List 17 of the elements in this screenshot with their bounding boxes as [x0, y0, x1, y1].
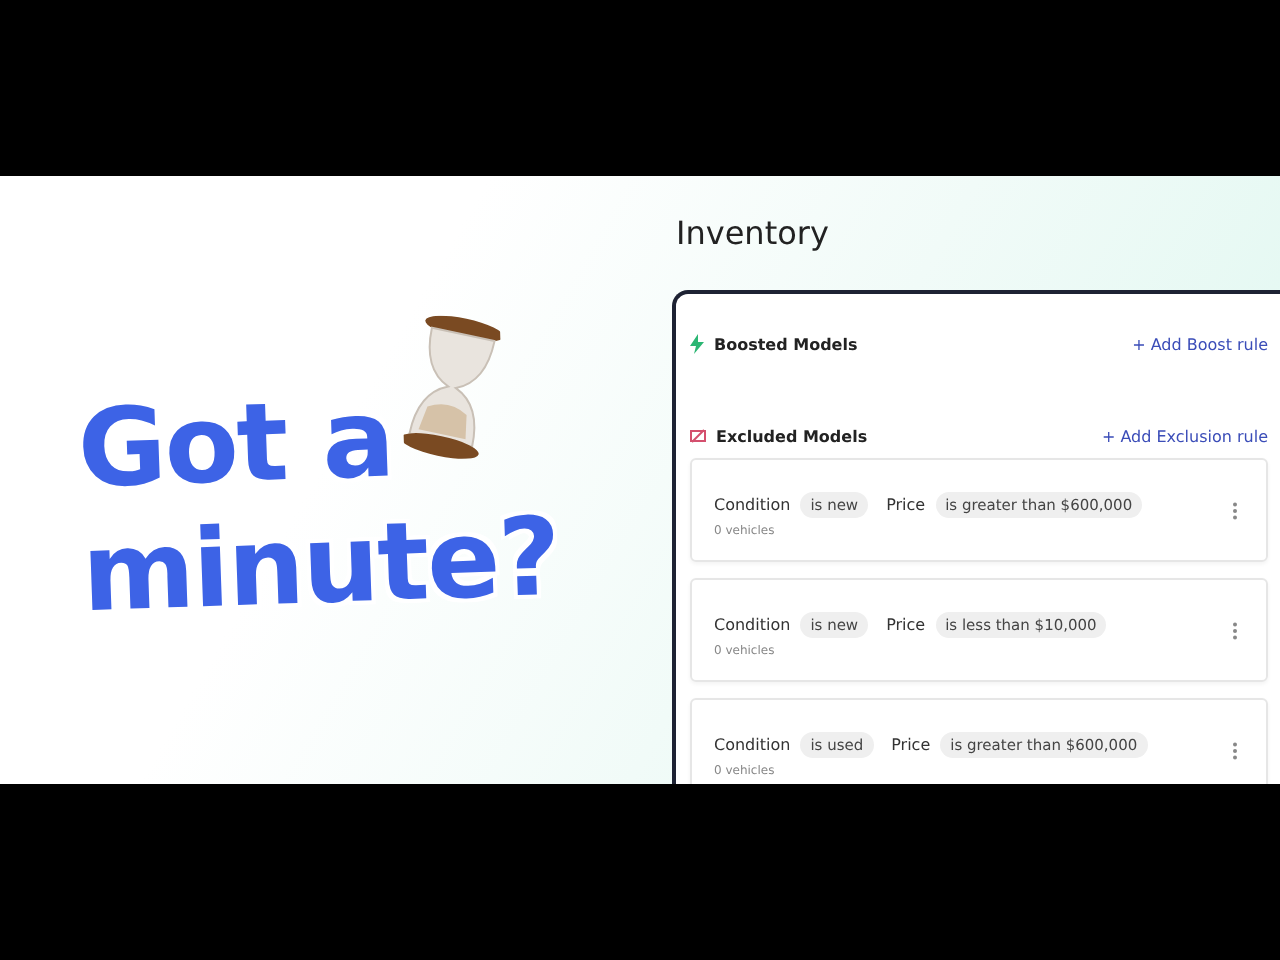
more-options-icon[interactable]: [1232, 741, 1238, 759]
price-label: Price: [886, 615, 926, 633]
add-rule-link[interactable]: + Add Exclusion rule: [1101, 427, 1268, 445]
condition-label: Condition: [714, 735, 791, 753]
section-title: Excluded Models: [716, 427, 868, 445]
page-title: Inventory: [676, 214, 831, 256]
price-label: Price: [886, 495, 926, 513]
section-title: Boosted Models: [714, 335, 858, 353]
lightning-icon: [690, 334, 704, 354]
more-options-icon[interactable]: [1232, 621, 1238, 639]
excluded-icon: [690, 428, 706, 444]
hourglass-icon: [400, 312, 506, 460]
condition-label: Condition: [714, 615, 791, 633]
more-options-icon[interactable]: [1232, 501, 1238, 519]
condition-label: Condition: [714, 495, 791, 513]
add-rule-link[interactable]: + Add Boost rule: [1132, 335, 1268, 353]
price-label: Price: [891, 735, 931, 753]
